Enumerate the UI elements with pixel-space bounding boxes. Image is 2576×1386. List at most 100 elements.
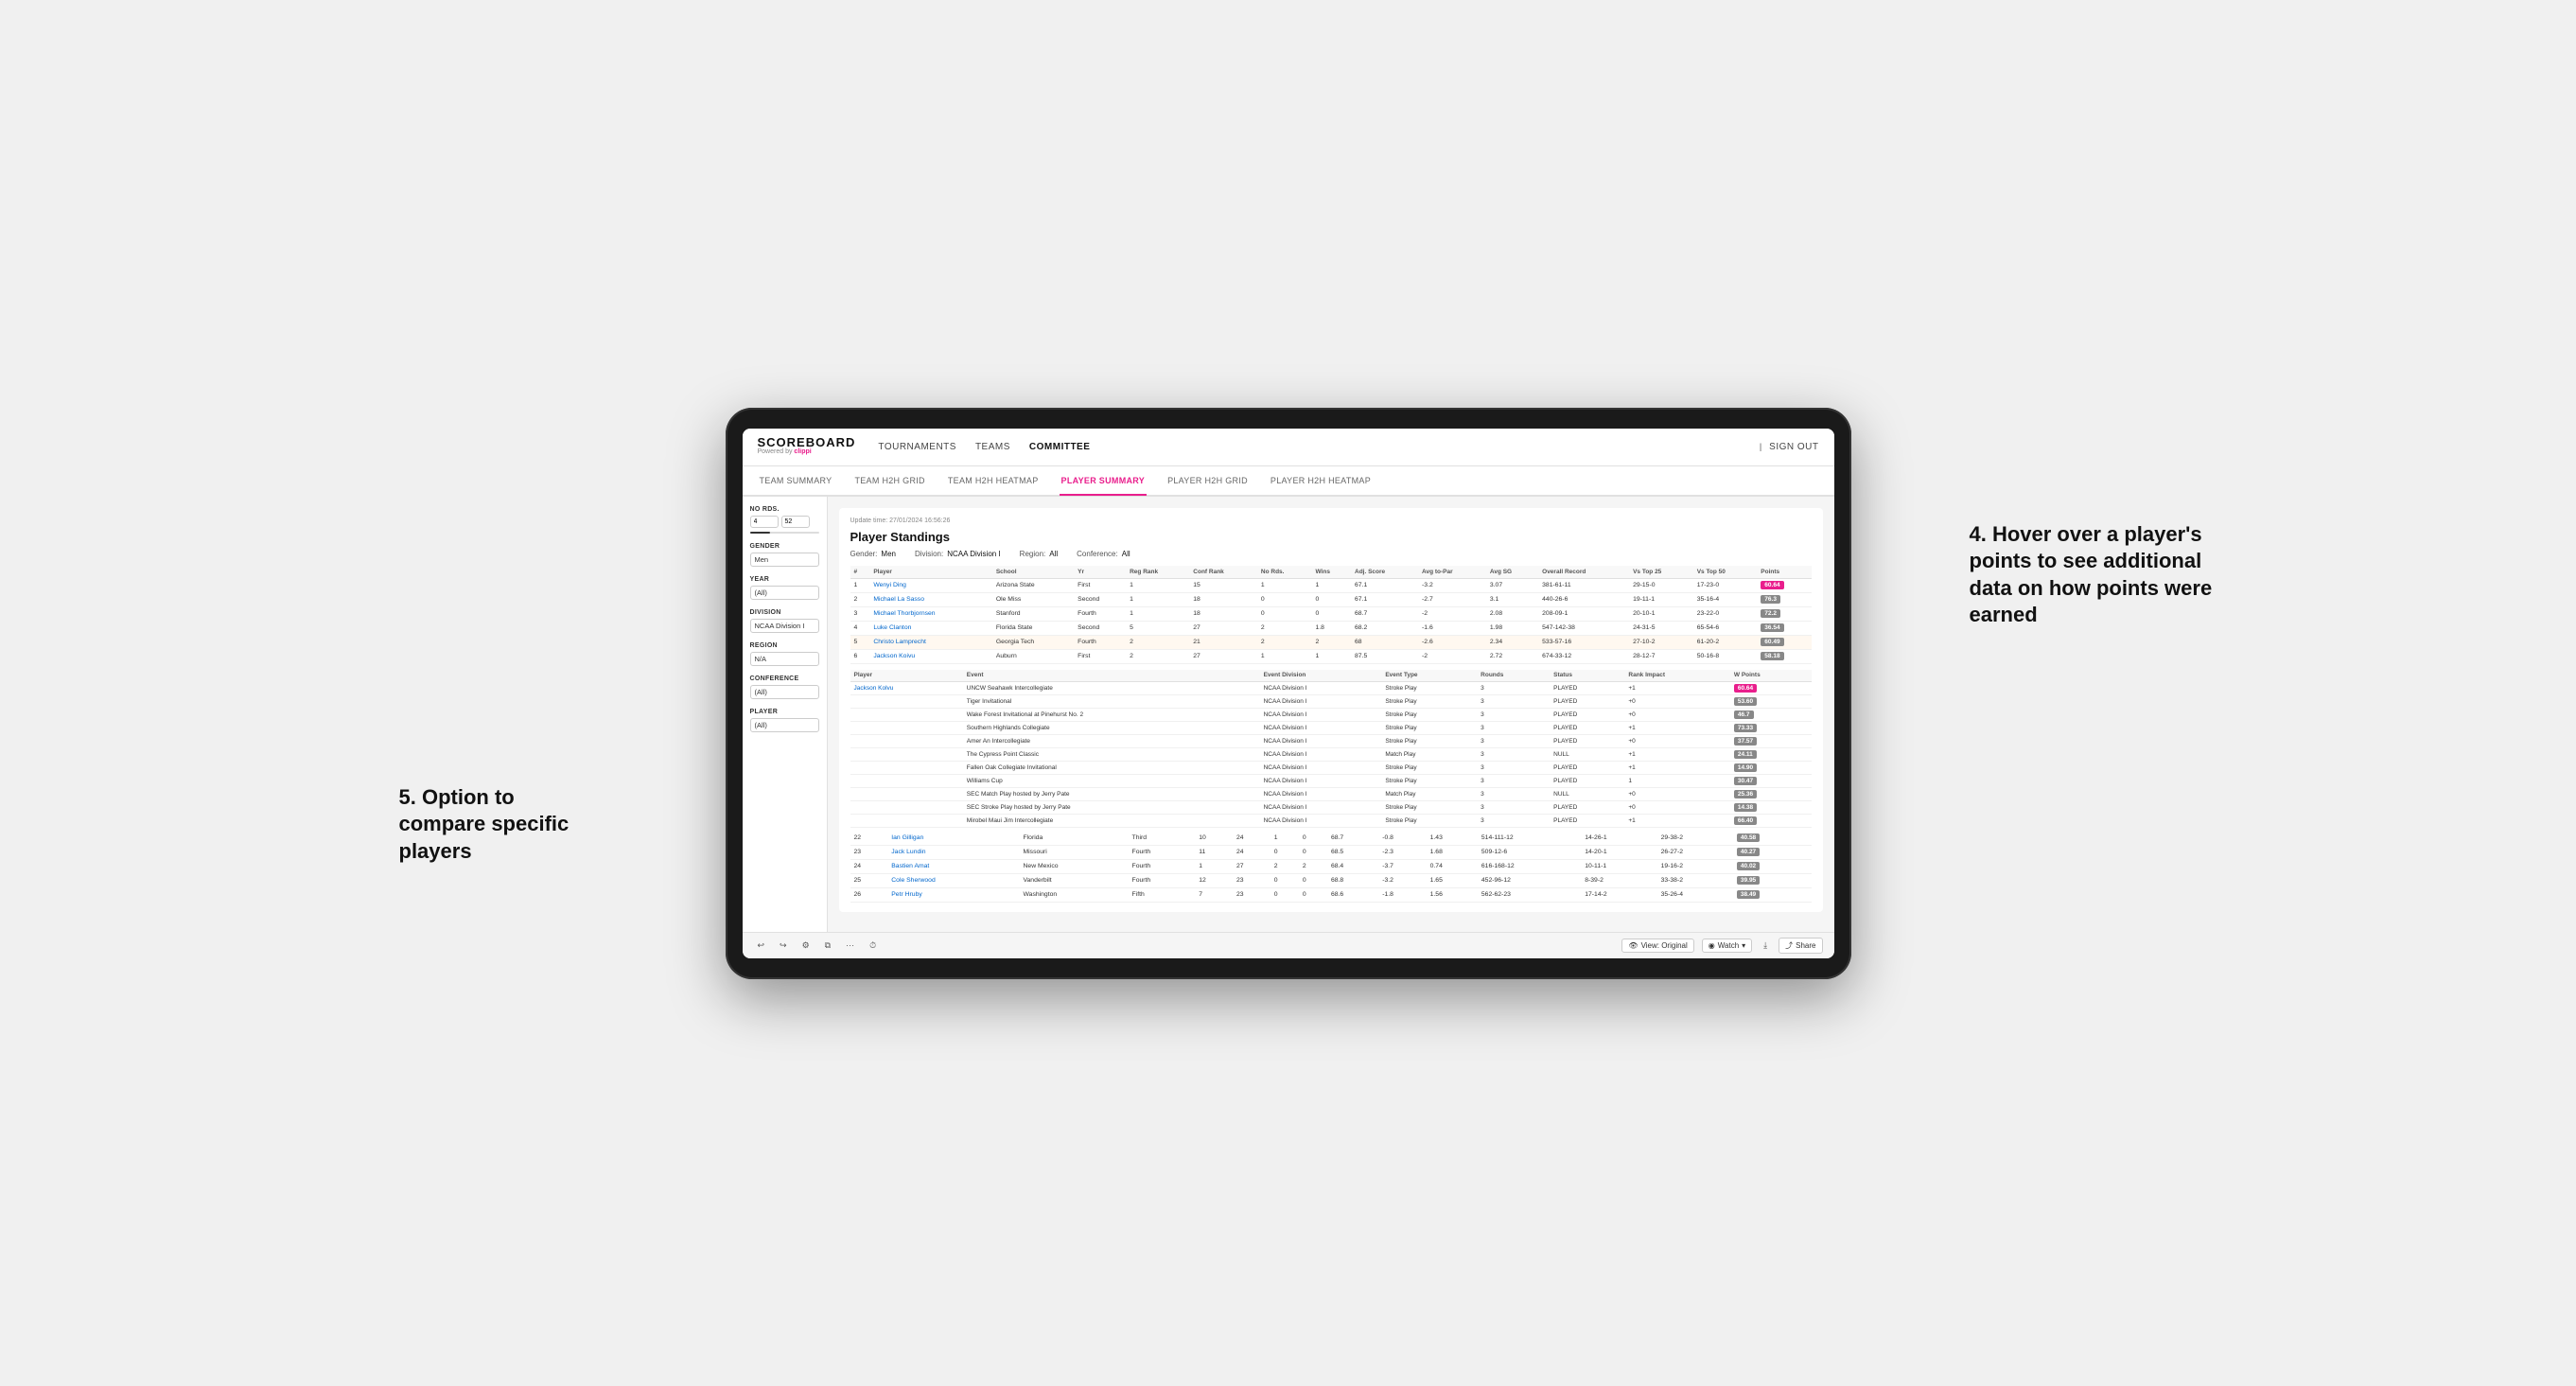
cell-points[interactable]: 76.3 (1757, 592, 1811, 606)
cell-wins: 1.8 (1311, 621, 1351, 635)
cell-points[interactable]: 36.54 (1757, 621, 1811, 635)
cell-wins: 0 (1299, 873, 1327, 887)
evt-cell-event: Mirobel Maui Jim Intercollegiate (963, 814, 1260, 827)
col-adj-score: Adj. Score (1351, 566, 1418, 579)
subnav-player-h2h-heatmap[interactable]: PLAYER H2H HEATMAP (1269, 467, 1373, 496)
filter-gender: Gender: Men (850, 550, 896, 558)
subnav-player-summary[interactable]: PLAYER SUMMARY (1060, 467, 1148, 496)
cell-conf-rank: 27 (1189, 649, 1257, 663)
cell-points[interactable]: 60.64 (1757, 578, 1811, 592)
cell-avg-sg: 1.65 (1427, 873, 1478, 887)
gender-select[interactable]: Men (750, 553, 819, 567)
cell-conf-rank: 18 (1189, 606, 1257, 621)
settings-button[interactable]: ⚙ (798, 939, 814, 953)
cell-conf-rank: 24 (1233, 845, 1270, 859)
evt-cell-player (850, 721, 963, 734)
year-select[interactable]: (All) (750, 586, 819, 600)
copy-button[interactable]: ⧉ (821, 939, 834, 953)
sign-out-button[interactable]: Sign out (1769, 440, 1818, 454)
cell-avg-to-par: -2.3 (1378, 845, 1426, 859)
logo-area: SCOREBOARD Powered by clippi (758, 436, 856, 456)
redo-button[interactable]: ↪ (776, 939, 791, 953)
more-button[interactable]: ··· (842, 939, 858, 952)
subnav-team-h2h-heatmap[interactable]: TEAM H2H HEATMAP (946, 467, 1041, 496)
cell-rank: 26 (850, 887, 888, 902)
evt-cell-type: Stroke Play (1381, 721, 1477, 734)
cell-points[interactable]: 40.27 (1733, 845, 1812, 859)
player-select[interactable]: (All) (750, 718, 819, 732)
subnav-team-h2h-grid[interactable]: TEAM H2H GRID (852, 467, 926, 496)
subnav-team-summary[interactable]: TEAM SUMMARY (758, 467, 834, 496)
evt-cell-points[interactable]: 46.7 (1730, 708, 1812, 721)
sidebar-player-section: Player (All) (750, 709, 819, 732)
cell-rank: 3 (850, 606, 870, 621)
view-original-button[interactable]: 👁 View: Original (1621, 939, 1693, 953)
cell-yr: First (1074, 649, 1126, 663)
evt-cell-points[interactable]: 37.57 (1730, 734, 1812, 747)
cell-vs-top50: 50-16-8 (1693, 649, 1758, 663)
cell-avg-sg: 2.34 (1486, 635, 1538, 649)
cell-points[interactable]: 58.18 (1757, 649, 1811, 663)
evt-cell-status: NULL (1550, 747, 1624, 761)
cell-adj-score: 68.7 (1351, 606, 1418, 621)
export-button[interactable]: ⤓ (1760, 939, 1771, 953)
cell-vs-top25: 17-14-2 (1581, 887, 1656, 902)
subnav-player-h2h-grid[interactable]: PLAYER H2H GRID (1165, 467, 1250, 496)
clock-button[interactable]: ⏱ (866, 939, 880, 953)
cell-rank: 23 (850, 845, 888, 859)
sidebar-no-rds: No Rds. (750, 506, 819, 534)
no-rds-max-input[interactable] (781, 516, 810, 528)
undo-button[interactable]: ↩ (754, 939, 769, 953)
evt-cell-division: NCAA Division I (1260, 708, 1382, 721)
evt-cell-points[interactable]: 66.40 (1730, 814, 1812, 827)
share-button[interactable]: ⤴ Share (1779, 938, 1822, 954)
cell-avg-to-par: -2 (1418, 649, 1486, 663)
evt-cell-points[interactable]: 14.90 (1730, 761, 1812, 774)
evt-cell-points[interactable]: 53.60 (1730, 694, 1812, 708)
nav-committee[interactable]: COMMITTEE (1029, 440, 1091, 454)
evt-cell-event: Tiger Invitational (963, 694, 1260, 708)
region-select[interactable]: N/A (750, 652, 819, 666)
cell-points[interactable]: 72.2 (1757, 606, 1811, 621)
evt-cell-division: NCAA Division I (1260, 761, 1382, 774)
evt-cell-points[interactable]: 73.33 (1730, 721, 1812, 734)
conference-select[interactable]: (All) (750, 685, 819, 699)
evt-cell-type: Stroke Play (1381, 681, 1477, 694)
cell-points[interactable]: 40.58 (1733, 832, 1812, 846)
evt-cell-event: SEC Match Play hosted by Jerry Pate (963, 787, 1260, 800)
cell-vs-top25: 10-11-1 (1581, 859, 1656, 873)
evt-cell-type: Stroke Play (1381, 761, 1477, 774)
evt-cell-points[interactable]: 25.36 (1730, 787, 1812, 800)
cell-school: Washington (1020, 887, 1129, 902)
cell-points[interactable]: 38.49 (1733, 887, 1812, 902)
cell-points[interactable]: 39.95 (1733, 873, 1812, 887)
cell-points[interactable]: 60.49 (1757, 635, 1811, 649)
no-rds-slider[interactable] (750, 532, 819, 534)
evt-cell-rank-impact: +0 (1624, 800, 1729, 814)
cell-avg-to-par: -1.8 (1378, 887, 1426, 902)
nav-tournaments[interactable]: TOURNAMENTS (878, 440, 956, 454)
evt-cell-points[interactable]: 60.64 (1730, 681, 1812, 694)
event-table-row: The Cypress Point Classic NCAA Division … (850, 747, 1812, 761)
region-label: Region (750, 642, 819, 649)
evt-cell-rounds: 3 (1477, 800, 1550, 814)
cell-conf-rank: 23 (1233, 887, 1270, 902)
cell-yr: Fifth (1129, 887, 1196, 902)
evt-col-event: Event (963, 670, 1260, 682)
watch-button[interactable]: ◉ Watch ▾ (1702, 939, 1752, 953)
filter-region: Region: All (1020, 550, 1058, 558)
cell-vs-top25: 20-10-1 (1629, 606, 1693, 621)
evt-cell-status: PLAYED (1550, 708, 1624, 721)
col-school: School (992, 566, 1074, 579)
evt-cell-points[interactable]: 24.11 (1730, 747, 1812, 761)
no-rds-min-input[interactable] (750, 516, 779, 528)
cell-avg-to-par: -2.7 (1418, 592, 1486, 606)
table-row: 23 Jack Lundin Missouri Fourth 11 24 0 0… (850, 845, 1812, 859)
evt-cell-player (850, 761, 963, 774)
cell-points[interactable]: 40.02 (1733, 859, 1812, 873)
evt-cell-points[interactable]: 14.38 (1730, 800, 1812, 814)
division-select[interactable]: NCAA Division I (750, 619, 819, 633)
nav-teams[interactable]: TEAMS (975, 440, 1010, 454)
evt-cell-rounds: 3 (1477, 787, 1550, 800)
evt-cell-points[interactable]: 30.47 (1730, 774, 1812, 787)
